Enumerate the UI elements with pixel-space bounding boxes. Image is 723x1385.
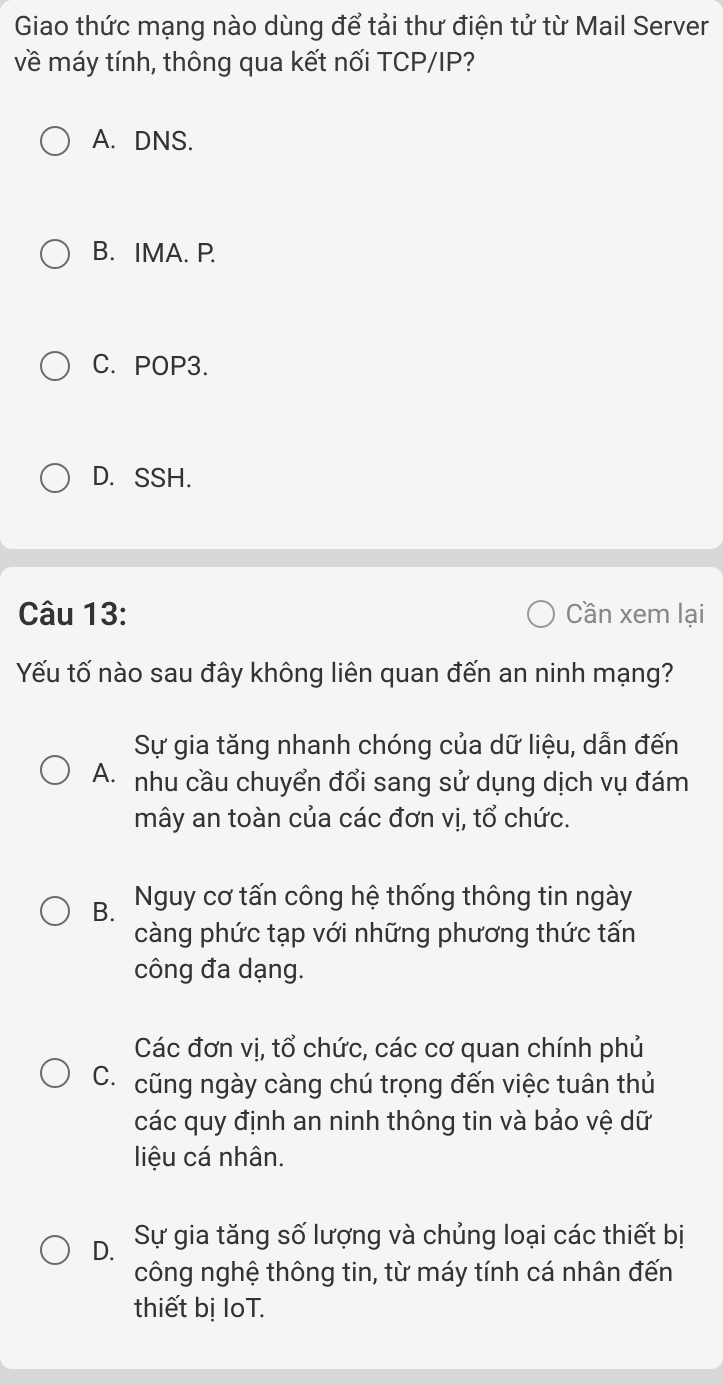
option-text: SSH. (134, 460, 192, 496)
radio-icon (40, 896, 70, 926)
option-letter: D. (92, 1235, 122, 1267)
option-body: D. Sự gia tăng số lượng và chủng loại cá… (92, 1217, 695, 1326)
option-letter: C. (92, 1060, 122, 1092)
question-card-13: Câu 13: Cần xem lại Yếu tố nào sau đây k… (0, 567, 723, 1369)
option-body: D. SSH. (92, 460, 695, 496)
option-a[interactable]: A. DNS. (10, 109, 713, 173)
review-toggle[interactable]: Cần xem lại (527, 598, 705, 630)
circle-icon (527, 600, 555, 628)
radio-icon (40, 351, 70, 381)
option-text: Nguy cơ tấn công hệ thống thông tin ngày… (134, 878, 695, 987)
option-text: Sự gia tăng số lượng và chủng loại các t… (134, 1217, 695, 1326)
option-letter: A. (92, 757, 122, 789)
option-text: Các đơn vị, tổ chức, các cơ quan chính p… (134, 1030, 695, 1176)
question-card-12: Giao thức mạng nào dùng để tải thư điện … (0, 0, 723, 549)
question-header: Câu 13: Cần xem lại (10, 575, 713, 645)
option-letter: B. (92, 235, 122, 267)
question-prompt: Yếu tố nào sau đây không liên quan đến a… (10, 645, 713, 713)
option-text: DNS. (134, 123, 194, 159)
option-letter: A. (92, 123, 122, 155)
option-b[interactable]: B. IMA. P. (10, 221, 713, 285)
option-c[interactable]: C. POP3. (10, 334, 713, 398)
option-text: Sự gia tăng nhanh chóng của dữ liệu, dẫn… (134, 727, 695, 836)
review-label: Cần xem lại (565, 598, 705, 630)
question-number: Câu 13: (18, 595, 127, 633)
radio-icon (40, 1235, 70, 1265)
option-body: B. Nguy cơ tấn công hệ thống thông tin n… (92, 878, 695, 987)
option-c[interactable]: C. Các đơn vị, tổ chức, các cơ quan chín… (10, 1016, 713, 1190)
option-letter: C. (92, 348, 122, 380)
option-letter: D. (92, 460, 122, 492)
option-a[interactable]: A. Sự gia tăng nhanh chóng của dữ liệu, … (10, 713, 713, 850)
radio-icon (40, 463, 70, 493)
option-text: IMA. P. (134, 235, 216, 271)
radio-icon (40, 126, 70, 156)
option-d[interactable]: D. Sự gia tăng số lượng và chủng loại cá… (10, 1203, 713, 1340)
radio-icon (40, 1058, 70, 1088)
option-body: A. Sự gia tăng nhanh chóng của dữ liệu, … (92, 727, 695, 836)
option-d[interactable]: D. SSH. (10, 446, 713, 510)
option-letter: B. (92, 896, 122, 928)
option-b[interactable]: B. Nguy cơ tấn công hệ thống thông tin n… (10, 864, 713, 1001)
option-body: A. DNS. (92, 123, 695, 159)
radio-icon (40, 239, 70, 269)
radio-icon (40, 755, 70, 785)
option-body: C. Các đơn vị, tổ chức, các cơ quan chín… (92, 1030, 695, 1176)
option-body: C. POP3. (92, 348, 695, 384)
question-prompt: Giao thức mạng nào dùng để tải thư điện … (10, 8, 713, 81)
option-text: POP3. (134, 348, 209, 384)
option-body: B. IMA. P. (92, 235, 695, 271)
